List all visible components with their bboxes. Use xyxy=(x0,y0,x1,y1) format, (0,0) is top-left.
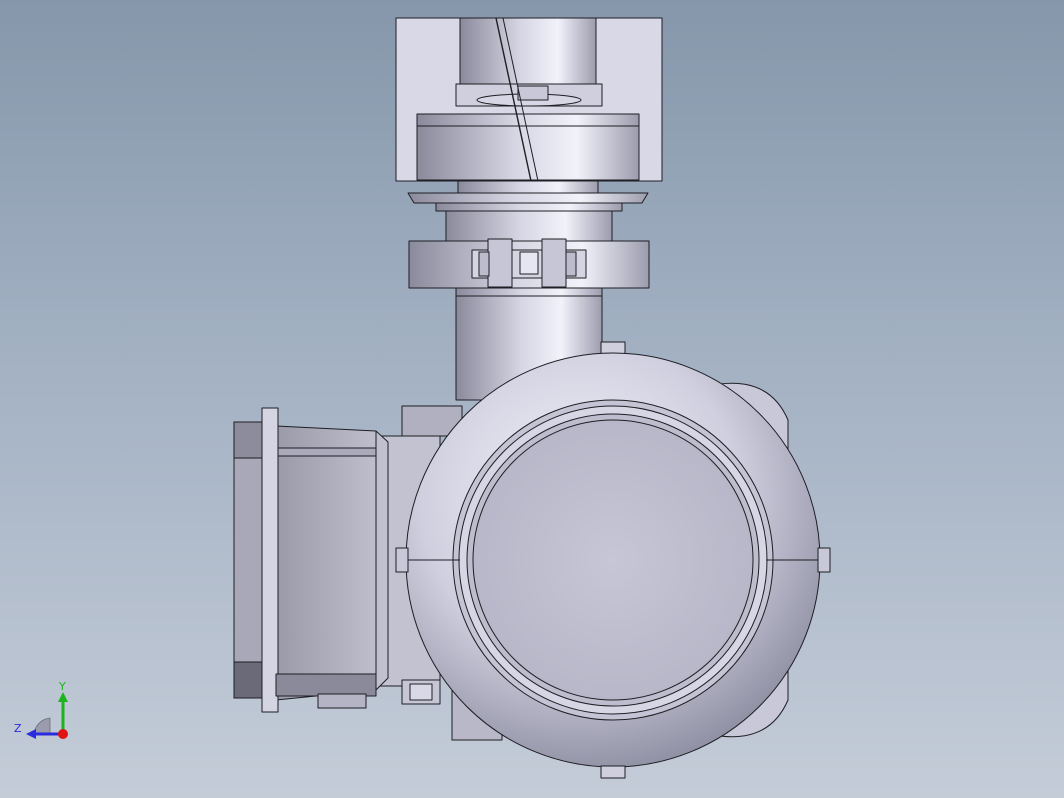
top-motor-housing[interactable] xyxy=(395,17,663,182)
x-axis-dot-icon xyxy=(58,729,68,739)
view-orientation-triad[interactable]: Y Z xyxy=(10,676,82,748)
z-axis-label: Z xyxy=(14,722,22,735)
z-axis-arrow-icon xyxy=(26,729,36,739)
valve-assembly-model[interactable] xyxy=(0,0,1064,798)
triad-quadrant-shape xyxy=(33,717,51,735)
coupling-clamp[interactable] xyxy=(408,238,650,289)
y-axis-label: Y xyxy=(58,680,66,693)
cad-graphics-viewport[interactable]: Y Z xyxy=(0,0,1064,798)
y-axis-arrow-icon xyxy=(58,692,68,702)
disc-flange[interactable] xyxy=(407,180,649,242)
